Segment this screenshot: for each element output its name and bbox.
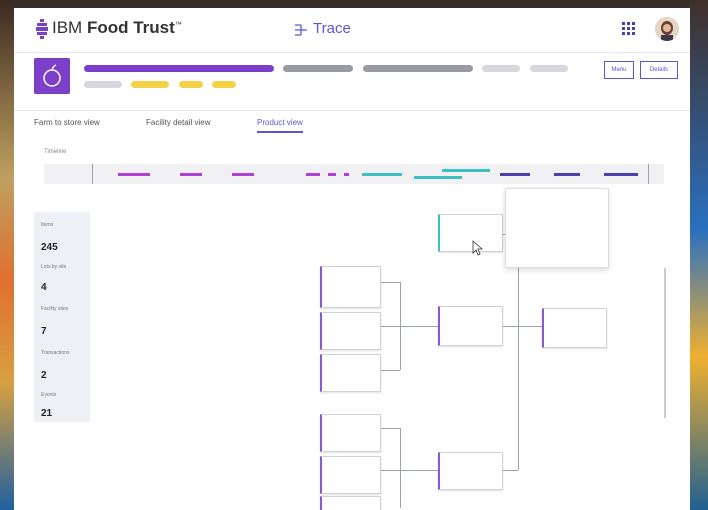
tab-facility-detail[interactable]: Facility detail view — [146, 118, 210, 127]
trace-icon — [295, 24, 307, 36]
product-identifiers — [84, 60, 573, 74]
node-tooltip — [505, 188, 609, 268]
timeline-event[interactable] — [232, 173, 254, 176]
timeline-event[interactable] — [344, 173, 349, 176]
stat-label: Lots by site — [41, 264, 67, 270]
trace-node[interactable] — [320, 456, 381, 494]
connector — [378, 282, 400, 283]
identifier-chip — [482, 65, 521, 73]
timeline-event[interactable] — [554, 173, 580, 176]
stat-value: 21 — [41, 408, 53, 419]
stat-label: Events — [41, 392, 57, 398]
timeline-event[interactable] — [118, 173, 150, 176]
brand-prefix: IBM — [52, 18, 83, 37]
timeline-track[interactable] — [44, 164, 664, 184]
background-left — [0, 0, 14, 510]
timeline-event[interactable] — [604, 173, 638, 176]
connector — [378, 370, 400, 371]
connector — [500, 326, 542, 327]
timeline-event[interactable] — [414, 176, 462, 179]
connector — [378, 428, 400, 429]
trace-node[interactable] — [438, 452, 503, 490]
identifier-chip — [84, 65, 274, 73]
tag-chip — [131, 81, 170, 89]
stat-value: 4 — [41, 282, 47, 293]
product-tags — [84, 76, 241, 94]
stat-label: Facility sites — [41, 306, 69, 312]
identifier-chip — [529, 65, 568, 73]
timeline-event[interactable] — [362, 173, 402, 176]
tab-farm-to-store[interactable]: Farm to store view — [34, 118, 100, 127]
timeline-event[interactable] — [328, 173, 336, 176]
module-title[interactable]: Trace — [313, 20, 351, 37]
background-right — [690, 0, 708, 510]
connector — [378, 470, 442, 471]
trace-node[interactable] — [320, 414, 381, 452]
connector — [400, 326, 442, 327]
tag-chip — [178, 81, 203, 89]
trace-node[interactable] — [320, 496, 381, 510]
tag-chip — [212, 81, 237, 89]
stat-value: 245 — [41, 242, 58, 253]
top-bar: IBM Food Trust™ Trace — [14, 8, 690, 53]
tab-product-view[interactable]: Product view — [257, 118, 303, 133]
timeline-label: Timeline — [44, 149, 67, 155]
app-grid-icon[interactable] — [622, 22, 636, 36]
product-apple-icon — [34, 58, 70, 94]
brand-logo-icon — [36, 19, 48, 39]
product-header: Menu Details — [14, 52, 690, 111]
stat-value: 7 — [41, 326, 47, 337]
stat-label: Items — [41, 222, 54, 228]
stats-panel: Items 245 Lots by site 4 Facility sites … — [34, 212, 90, 422]
brand-name: Food Trust — [86, 18, 175, 37]
timeline-start-marker[interactable] — [92, 164, 93, 184]
identifier-chip — [362, 65, 473, 73]
brand-title[interactable]: IBM Food Trust™ — [52, 18, 182, 38]
connector — [518, 234, 519, 470]
user-avatar[interactable] — [655, 17, 679, 41]
connector — [378, 326, 400, 327]
timeline-event[interactable] — [180, 173, 202, 176]
stat-label: Transactions — [41, 350, 70, 356]
menu-button[interactable]: Menu — [604, 61, 634, 79]
canvas-scrollbar[interactable] — [664, 268, 666, 418]
avatar-image — [655, 17, 679, 41]
details-button[interactable]: Details — [640, 61, 678, 79]
app-window: IBM Food Trust™ Trace Menu Details Farm … — [14, 8, 690, 510]
timeline-event[interactable] — [306, 173, 320, 176]
tag-chip — [84, 81, 122, 89]
trace-node[interactable] — [438, 306, 503, 346]
timeline-event[interactable] — [500, 173, 530, 176]
trace-node[interactable] — [320, 266, 381, 308]
cursor-icon — [472, 240, 483, 256]
connector — [400, 428, 401, 508]
identifier-chip — [283, 65, 354, 73]
brand-tm: ™ — [174, 21, 182, 29]
timeline-event[interactable] — [442, 169, 490, 172]
trace-node[interactable] — [320, 354, 381, 392]
trace-node[interactable] — [320, 312, 381, 350]
stat-value: 2 — [41, 370, 47, 381]
trace-node[interactable] — [542, 308, 607, 348]
timeline-end-marker[interactable] — [648, 164, 649, 184]
